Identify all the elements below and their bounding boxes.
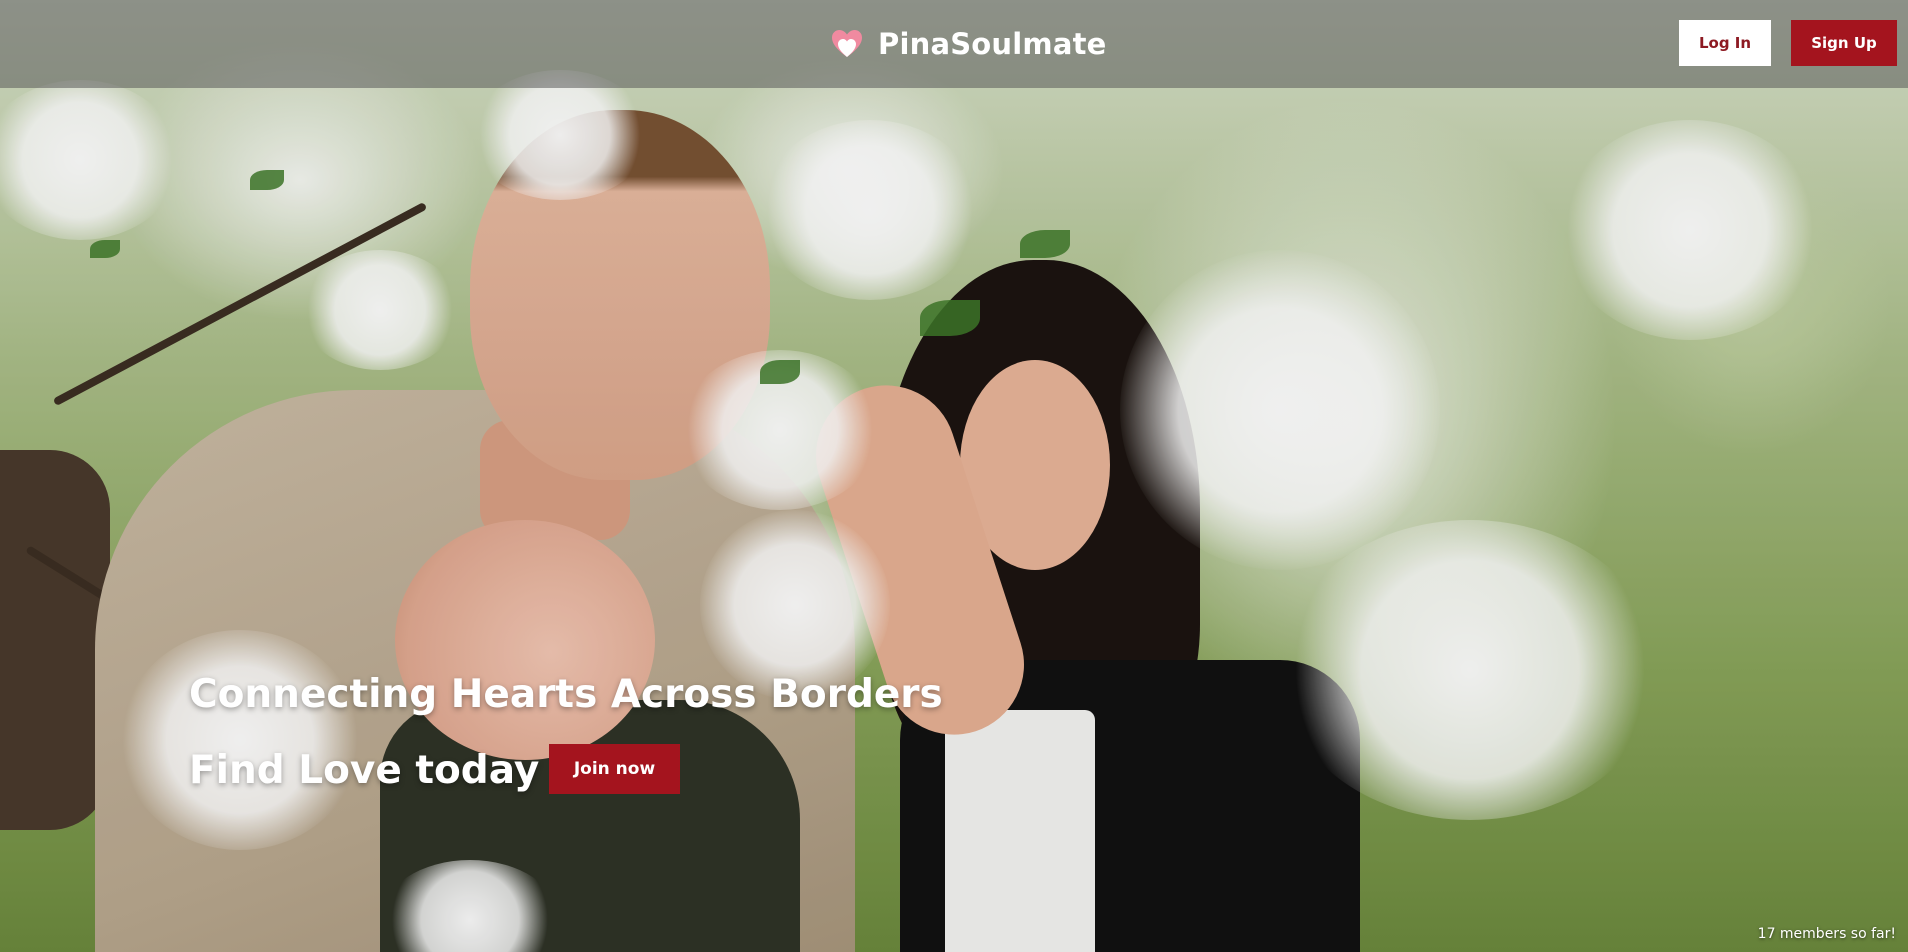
site-header: PinaSoulmate Log In Sign Up	[0, 0, 1908, 88]
members-count: 17 members so far!	[1757, 926, 1896, 942]
hero-subline: Find Love today	[189, 748, 540, 793]
join-now-button[interactable]: Join now	[549, 744, 680, 794]
hero-overlay	[0, 0, 1908, 952]
hero-headline: Connecting Hearts Across Borders	[189, 672, 943, 717]
signup-button[interactable]: Sign Up	[1791, 20, 1897, 66]
brand-home-link[interactable]: PinaSoulmate	[830, 22, 1107, 66]
login-button[interactable]: Log In	[1679, 20, 1771, 66]
heart-logo-icon	[832, 30, 862, 57]
brand-name: PinaSoulmate	[878, 27, 1107, 61]
